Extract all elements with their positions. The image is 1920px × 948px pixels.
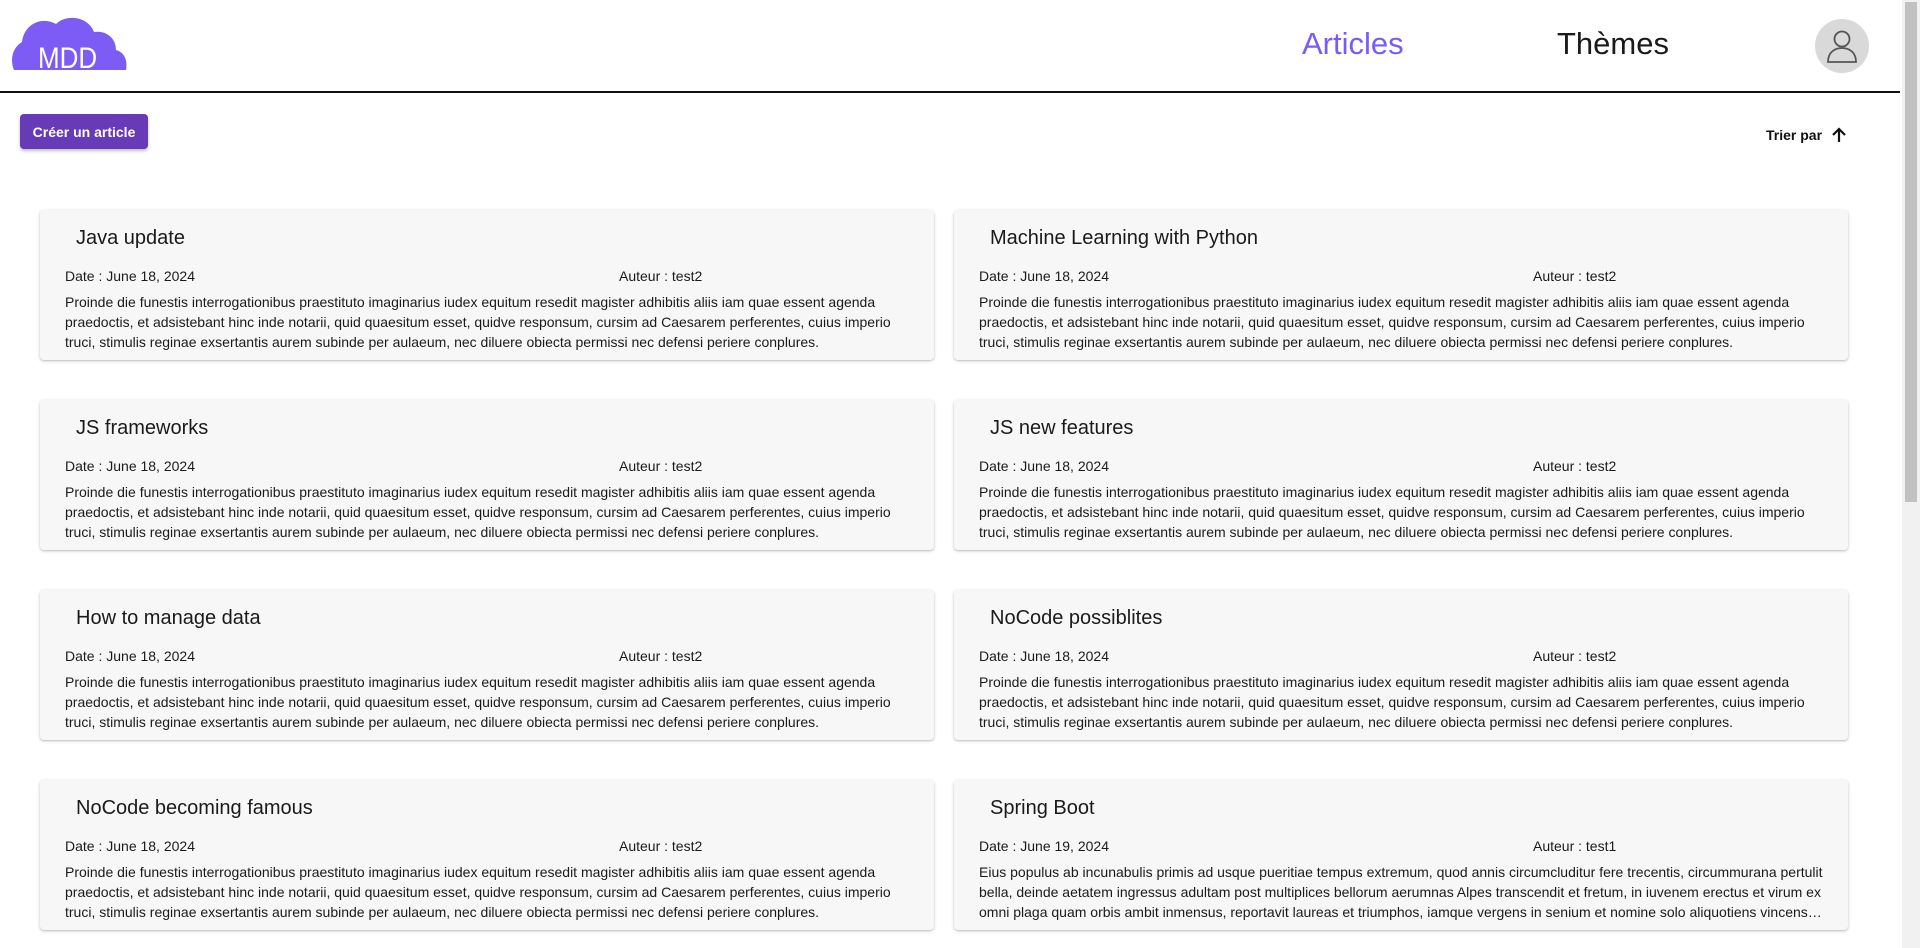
article-author: Auteur : test2: [619, 838, 703, 854]
article-content: Eius populus ab incunabulis primis ad us…: [979, 864, 1823, 920]
article-content: Proinde die funestis interrogationibus p…: [65, 484, 891, 540]
article-author: Auteur : test2: [619, 648, 703, 664]
logo-text: MDD: [38, 41, 97, 72]
mdd-logo[interactable]: MDD: [10, 14, 128, 74]
arrow-up-icon: [1832, 127, 1846, 142]
article-card[interactable]: JS frameworks Date : June 18, 2024 Auteur …: [40, 400, 934, 550]
article-date: Date : June 18, 2024: [65, 648, 195, 664]
article-author: Auteur : test2: [1533, 268, 1617, 284]
article-author: Auteur : test2: [619, 458, 703, 474]
article-title: JS new features: [990, 417, 1134, 439]
article-author: Auteur : test2: [1533, 458, 1617, 474]
article-date: Date : June 18, 2024: [65, 268, 195, 284]
top-header: MDD Articles Thèmes: [0, 0, 1900, 93]
article-card[interactable]: JS new features Date : June 18, 2024 Auteu…: [954, 400, 1848, 550]
article-content: Proinde die funestis interrogationibus p…: [65, 294, 891, 350]
article-content: Proinde die funestis interrogationibus p…: [65, 864, 891, 920]
user-icon: [1827, 30, 1857, 63]
article-date: Date : June 18, 2024: [979, 458, 1109, 474]
user-avatar-button[interactable]: [1815, 19, 1869, 73]
article-date: Date : June 18, 2024: [979, 268, 1109, 284]
create-article-button[interactable]: Créer un article: [20, 114, 148, 149]
article-title: How to manage data: [76, 607, 261, 629]
article-author: Auteur : test1: [1533, 838, 1617, 854]
sort-button[interactable]: Trier par: [1766, 126, 1848, 144]
article-content: Proinde die funestis interrogationibus p…: [65, 674, 891, 730]
article-author: Auteur : test2: [619, 268, 703, 284]
sort-label: Trier par: [1766, 127, 1823, 143]
scrollbar-thumb[interactable]: [1905, 2, 1917, 502]
article-title: NoCode becoming famous: [76, 797, 313, 819]
article-date: Date : June 18, 2024: [979, 648, 1109, 664]
article-title: Machine Learning with Python: [990, 227, 1258, 249]
article-date: Date : June 19, 2024: [979, 838, 1109, 854]
article-card[interactable]: How to manage data Date : June 18, 2024 Au…: [40, 590, 934, 740]
article-content: Proinde die funestis interrogationibus p…: [979, 674, 1805, 730]
article-title: JS frameworks: [76, 417, 209, 439]
articles-page: MDD Articles Thèmes Créer un article Tri…: [0, 0, 1920, 948]
article-date: Date : June 18, 2024: [65, 458, 195, 474]
article-title: Spring Boot: [990, 797, 1095, 819]
article-title: Java update: [76, 227, 185, 249]
article-title: NoCode possiblites: [990, 607, 1163, 629]
article-card[interactable]: Spring Boot Date : June 19, 2024 Auteur : …: [954, 780, 1848, 930]
article-author: Auteur : test2: [1533, 648, 1617, 664]
article-date: Date : June 18, 2024: [65, 838, 195, 854]
article-card[interactable]: NoCode becoming famous Date : June 18, 20…: [40, 780, 934, 930]
article-content: Proinde die funestis interrogationibus p…: [979, 294, 1805, 350]
nav-articles-link[interactable]: Articles: [1302, 26, 1404, 62]
nav-themes-link[interactable]: Thèmes: [1557, 26, 1669, 62]
article-card[interactable]: NoCode possiblites Date : June 18, 2024 Au…: [954, 590, 1848, 740]
article-card[interactable]: Machine Learning with Python Date : June …: [954, 210, 1848, 360]
article-card[interactable]: Java update Date : June 18, 2024 Auteur : …: [40, 210, 934, 360]
article-content: Proinde die funestis interrogationibus p…: [979, 484, 1805, 540]
vertical-scrollbar[interactable]: [1902, 0, 1920, 948]
